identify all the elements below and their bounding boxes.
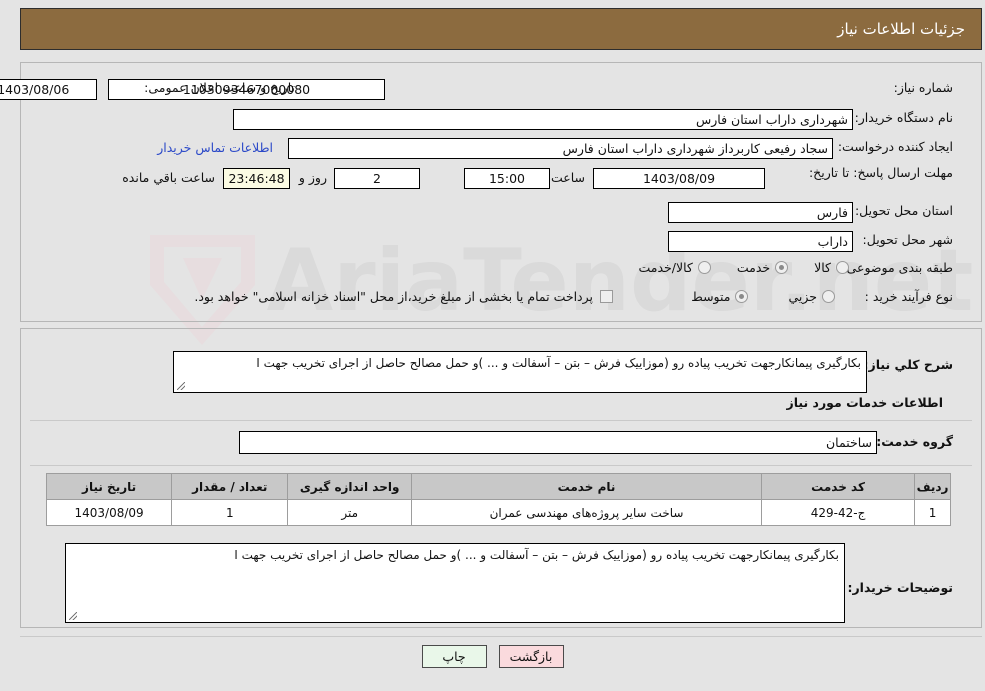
treasury-checkbox-label: پرداخت تمام یا بخشی از مبلغ خرید،از محل … — [194, 289, 593, 304]
col-qty: تعداد / مقدار — [171, 473, 289, 500]
services-table: ردیف کد خدمت نام خدمت واحد اندازه گیری ت… — [45, 473, 951, 526]
cell-date: 1403/08/09 — [45, 499, 173, 526]
col-unit: واحد اندازه گیری — [287, 473, 412, 500]
col-date: تاریخ نیاز — [45, 473, 173, 500]
row-announce: تاریخ و ساعت اعلان عمومی: — [144, 80, 295, 97]
radio-icon[interactable] — [735, 290, 749, 303]
countdown-timer: 23:46:48 — [223, 168, 290, 189]
table-header-row: ردیف کد خدمت نام خدمت واحد اندازه گیری ت… — [45, 473, 951, 500]
buyer-org-label: نام دستگاه خریدار: — [854, 110, 953, 125]
deadline-date[interactable]: 1403/08/09 — [593, 168, 765, 189]
services-table-wrap: ردیف کد خدمت نام خدمت واحد اندازه گیری ت… — [45, 473, 951, 526]
cell-index: 1 — [914, 499, 951, 526]
need-number-label: شماره نیاز: — [893, 80, 953, 95]
radio-label: کالا — [814, 260, 831, 275]
table-row[interactable]: 1 ج-42-429 ساخت سایر پروژه‌های مهندسی عم… — [45, 499, 951, 526]
col-index: ردیف — [914, 473, 951, 500]
cell-qty: 1 — [171, 499, 289, 526]
cell-code: ج-42-429 — [761, 499, 916, 526]
buyer-notes-textarea[interactable]: بکارگیری پیمانکارجهت تخریب پیاده رو (موز… — [65, 543, 845, 623]
row-need-number: شماره نیاز: — [894, 80, 953, 97]
cell-name: ساخت سایر پروژه‌های مهندسی عمران — [410, 499, 763, 526]
radio-option-jozei[interactable]: جزیي — [788, 289, 835, 304]
page-title: جزئیات اطلاعات نیاز — [837, 20, 965, 38]
city-label: شهر محل تحویل: — [862, 232, 953, 247]
footer-divider — [20, 636, 982, 637]
back-button[interactable]: بازگشت — [498, 645, 564, 668]
province-value[interactable]: فارس — [668, 202, 853, 223]
radio-option-khedmat[interactable]: خدمت — [736, 260, 789, 275]
radio-icon[interactable] — [775, 261, 789, 274]
process-label: نوع فرآیند خرید : — [864, 289, 953, 304]
description-textarea[interactable]: بکارگیری پیمانکارجهت تخریب پیاده رو (موز… — [173, 351, 867, 393]
radio-icon[interactable] — [836, 261, 849, 274]
footer-buttons: بازگشت چاپ — [0, 645, 985, 668]
buyer-notes-label: توضیحات خریدار: — [847, 580, 953, 595]
public-announce-value[interactable]: 1403/08/06 - 14:57 — [0, 79, 97, 100]
services-section-title: اطلاعات خدمات مورد نیاز — [786, 395, 944, 410]
city-value[interactable]: داراب — [668, 231, 853, 252]
radio-label: کالا/خدمت — [638, 260, 693, 275]
col-code: کد خدمت — [761, 473, 916, 500]
process-radio-group: جزیي متوسط — [691, 289, 835, 304]
remaining-hours-label: ساعت باقي مانده — [122, 170, 215, 185]
col-name: نام خدمت — [410, 473, 763, 500]
creator-label: ایجاد کننده درخواست: — [837, 139, 953, 154]
category-label: طبقه بندی موضوعی: — [842, 260, 953, 275]
deadline-time[interactable]: 15:00 — [464, 168, 550, 189]
province-label: استان محل تحویل: — [854, 203, 953, 218]
remaining-days[interactable]: 2 — [334, 168, 420, 189]
row-buyer-org: نام دستگاه خریدار: — [855, 110, 953, 127]
print-button[interactable]: چاپ — [421, 645, 487, 668]
row-process: نوع فرآیند خرید : — [865, 289, 953, 306]
row-category: طبقه بندی موضوعی: — [842, 260, 953, 277]
row-province: استان محل تحویل: — [855, 203, 953, 220]
row-city: شهر محل تحویل: — [863, 232, 953, 249]
need-info-panel — [20, 62, 982, 322]
radio-label: متوسط — [691, 289, 731, 304]
treasury-checkbox[interactable] — [600, 290, 613, 303]
buyer-org-value[interactable]: شهرداری داراب استان فارس — [233, 109, 853, 130]
radio-icon[interactable] — [697, 261, 711, 274]
category-radio-group: کالا خدمت کالا/خدمت — [638, 260, 849, 275]
service-group-label: گروه خدمت: — [876, 434, 953, 449]
row-deadline: مهلت ارسال پاسخ: تا تاریخ: — [809, 162, 953, 182]
page-root: AriaTender.net جزئیات اطلاعات نیاز شماره… — [0, 0, 985, 691]
cell-unit: متر — [287, 499, 412, 526]
radio-option-motavaset[interactable]: متوسط — [691, 289, 749, 304]
radio-option-kala[interactable]: کالا — [814, 260, 849, 275]
service-group-value[interactable]: ساختمان — [239, 431, 877, 454]
days-label: روز و — [298, 170, 327, 185]
row-buyer-notes: توضیحات خریدار: — [847, 580, 953, 597]
row-service-group: گروه خدمت: — [876, 434, 953, 451]
deadline-label: مهلت ارسال پاسخ: تا تاریخ: — [808, 165, 953, 180]
section-divider — [30, 420, 972, 421]
hour-label: ساعت — [550, 170, 585, 185]
row-creator: ایجاد کننده درخواست: — [838, 139, 953, 156]
radio-label: خدمت — [736, 260, 771, 275]
row-description: شرح کلي نیاز: — [864, 357, 953, 374]
radio-icon[interactable] — [822, 290, 835, 303]
description-label: شرح کلي نیاز: — [863, 357, 953, 372]
buyer-contact-link[interactable]: اطلاعات تماس خریدار — [157, 140, 273, 155]
table-top-divider — [30, 465, 972, 466]
treasury-checkbox-row: پرداخت تمام یا بخشی از مبلغ خرید،از محل … — [194, 289, 613, 304]
creator-value[interactable]: سجاد رفیعی کاربرداز شهرداری داراب استان … — [288, 138, 833, 159]
radio-label: جزیي — [788, 289, 817, 304]
page-header: جزئیات اطلاعات نیاز — [20, 8, 982, 50]
radio-option-kala-khedmat[interactable]: کالا/خدمت — [638, 260, 711, 275]
public-announce-label: تاریخ و ساعت اعلان عمومی: — [144, 80, 295, 95]
